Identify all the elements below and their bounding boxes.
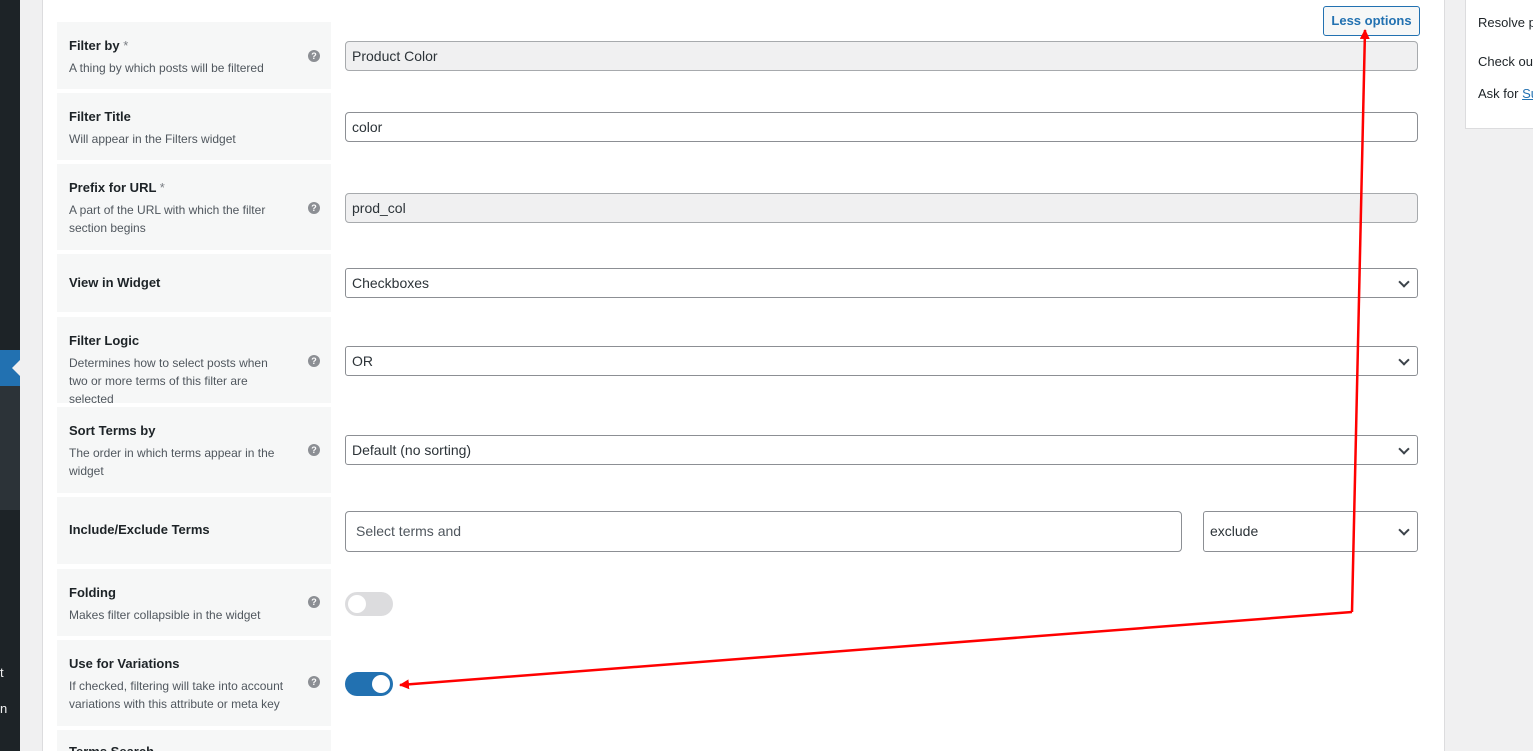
sort-terms-select[interactable]: Default (no sorting) [345,435,1418,465]
side-help-text: Ask for [1478,86,1523,101]
row-folding: Folding Makes filter collapsible in the … [57,569,1437,636]
row-filter-logic: Filter Logic Determines how to select po… [57,317,1437,406]
field-description: Makes filter collapsible in the widget [69,608,261,622]
support-link[interactable]: Su [1522,86,1533,101]
field-description: A thing by which posts will be filtered [69,61,264,75]
folding-toggle[interactable] [345,592,393,616]
help-icon[interactable]: ? [308,355,320,367]
row-use-variations: Use for Variations If checked, filtering… [57,640,1437,726]
help-icon[interactable]: ? [308,444,320,456]
row-next-partial: Terms Search [57,730,1437,751]
field-description: Determines how to select posts when two … [69,356,268,406]
row-filter-title: Filter Title Will appear in the Filters … [57,93,1437,160]
field-description: If checked, filtering will take into acc… [69,679,284,711]
filter-logic-select[interactable]: OR [345,346,1418,376]
help-icon[interactable]: ? [308,202,320,214]
chevron-down-icon [1398,524,1410,536]
field-title: Terms Search [69,743,319,751]
label-cell: View in Widget [57,254,331,312]
required-marker: * [159,180,165,195]
field-title: Filter Title [69,109,131,124]
chevron-down-icon [1398,443,1410,455]
field-title: Prefix for URL * [69,179,319,197]
select-value: OR [352,353,373,369]
field-title: Filter Logic [69,333,140,348]
toggle-knob [348,595,366,613]
row-include-exclude: Include/Exclude Terms Select terms and e… [57,497,1437,564]
admin-submenu [0,386,20,510]
help-icon[interactable]: ? [308,676,320,688]
field-description: Will appear in the Filters widget [69,132,236,146]
help-icon[interactable]: ? [308,50,320,62]
field-title-text: Prefix for URL [69,180,157,195]
field-description: The order in which terms appear in the w… [69,446,275,478]
prefix-url-field[interactable]: prod_col [345,193,1418,223]
label-cell: Include/Exclude Terms [57,497,331,564]
label-cell: Filter by * A thing by which posts will … [57,22,331,89]
field-title: Include/Exclude Terms [69,522,210,537]
filter-by-field[interactable]: Product Color [345,41,1418,71]
field-title: Use for Variations [69,656,180,671]
field-title-text: Filter by [69,38,120,53]
active-menu-pointer-icon [12,360,20,376]
side-help-line: Ask for Su [1478,86,1533,101]
field-title: Folding [69,585,116,600]
row-view-in-widget: View in Widget Checkboxes [57,254,1437,312]
label-cell: Terms Search [57,730,331,751]
field-title: Sort Terms by [69,423,156,438]
field-title: Filter by * [69,37,319,55]
toggle-knob [372,675,390,693]
select-value: exclude [1210,523,1259,539]
side-help-box: Resolve p Check out Ask for Su [1465,0,1533,129]
use-variations-toggle[interactable] [345,672,393,696]
label-cell: Filter Logic Determines how to select po… [57,317,331,406]
row-sort-terms: Sort Terms by The order in which terms a… [57,407,1437,493]
admin-menu-fragment[interactable]: t [0,666,4,680]
filter-title-field[interactable]: color [345,112,1418,142]
select-value: Default (no sorting) [352,442,472,458]
view-in-widget-select[interactable]: Checkboxes [345,268,1418,298]
include-exclude-mode-select[interactable]: exclude [1203,511,1418,552]
help-icon[interactable]: ? [308,596,320,608]
select-value: Checkboxes [352,275,430,291]
field-description: A part of the URL with which the filter … [69,203,266,235]
label-cell: Sort Terms by The order in which terms a… [57,407,331,493]
label-cell: Use for Variations If checked, filtering… [57,640,331,726]
side-help-line: Resolve p [1478,15,1533,30]
side-help-line: Check out [1478,54,1533,69]
required-marker: * [123,38,129,53]
field-title: View in Widget [69,275,161,290]
row-filter-by: Filter by * A thing by which posts will … [57,22,1437,89]
label-cell: Prefix for URL * A part of the URL with … [57,164,331,250]
admin-sidebar: t n [0,0,20,751]
chevron-down-icon [1398,276,1410,288]
row-prefix-url: Prefix for URL * A part of the URL with … [57,164,1437,250]
label-cell: Filter Title Will appear in the Filters … [57,93,331,160]
terms-search-input[interactable]: Select terms and [345,511,1182,552]
chevron-down-icon [1398,354,1410,366]
label-cell: Folding Makes filter collapsible in the … [57,569,331,636]
admin-menu-fragment[interactable]: n [0,702,7,716]
